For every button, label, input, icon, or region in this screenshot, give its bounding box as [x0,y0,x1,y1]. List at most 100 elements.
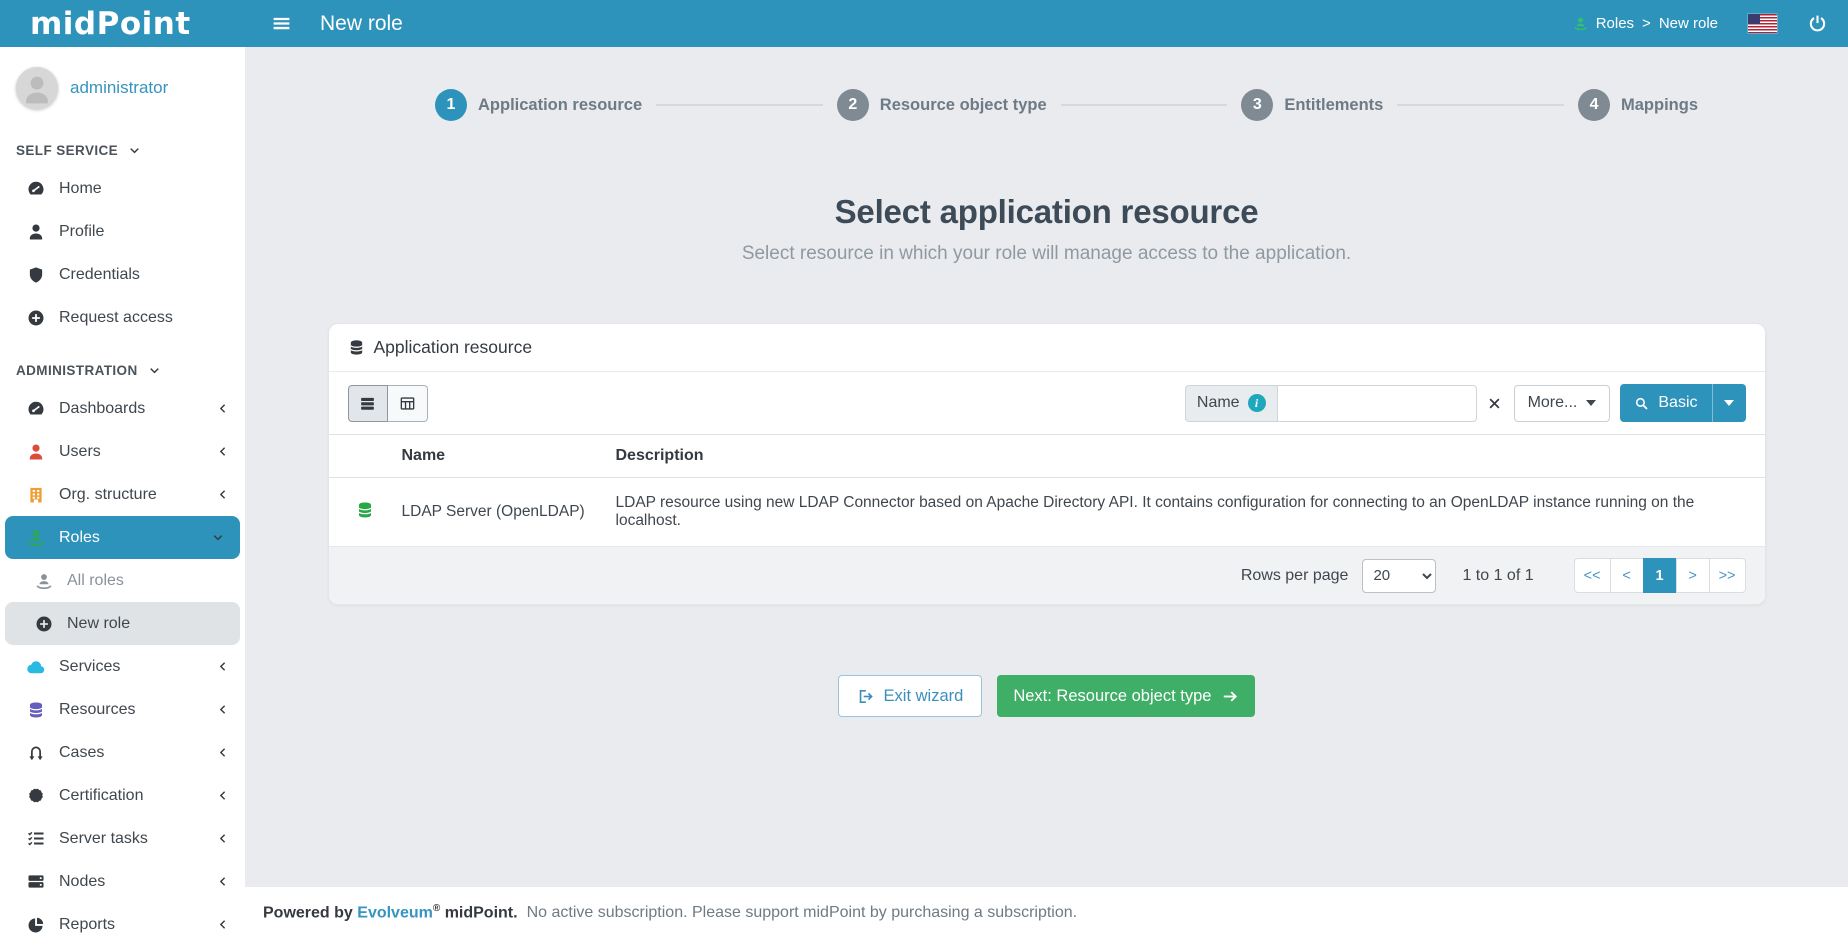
rows-per-page-select[interactable]: 20 [1362,559,1436,593]
seated-person-icon [26,528,46,547]
sidebar-item-credentials[interactable]: Credentials [0,253,245,296]
sidebar-item-cases[interactable]: Cases [0,731,245,774]
logout-power-icon[interactable] [1807,13,1828,34]
basic-search-dropdown-toggle[interactable] [1712,384,1746,422]
chevron-left-icon [213,445,233,458]
info-icon[interactable]: i [1248,394,1266,412]
step-connector [1061,104,1228,106]
sidebar-item-reports[interactable]: Reports [0,903,245,938]
sidebar-item-services[interactable]: Services [0,645,245,688]
database-icon [26,701,46,719]
sidebar-item-org-structure[interactable]: Org. structure [0,473,245,516]
sidebar-item-all-roles[interactable]: All roles [0,559,245,602]
search-field-label: Name i [1185,385,1277,422]
step-connector [1397,104,1564,106]
tachometer-icon [26,399,46,418]
application-resource-card: Application resource Name i [328,323,1766,605]
sign-out-icon [857,688,874,705]
sidebar-item-certification[interactable]: Certification [0,774,245,817]
building-icon [26,486,46,504]
certificate-icon [26,786,46,805]
table-view-button[interactable] [388,385,428,422]
wizard-actions: Exit wizard Next: Resource object type [245,675,1848,717]
seated-person-icon [34,572,54,590]
chevron-left-icon [213,402,233,415]
table-header-row: Name Description [329,435,1765,478]
sidebar-item-nodes[interactable]: Nodes [0,860,245,903]
chevron-down-icon [208,531,228,544]
plus-circle-icon [34,615,54,633]
breadcrumb-current: New role [1659,15,1718,32]
name-search-input[interactable] [1277,385,1477,422]
wizard-step-application-resource[interactable]: 1 Application resource [435,89,642,121]
resource-name-cell[interactable]: LDAP Server (OpenLDAP) [388,478,602,547]
clear-search-icon[interactable] [1487,396,1502,411]
card-title: Application resource [374,337,533,358]
tachometer-icon [26,179,46,198]
topbar-right: Roles > New role [1573,13,1848,34]
sidebar-section-self-service[interactable]: SELF SERVICE [0,133,245,167]
sidebar-item-server-tasks[interactable]: Server tasks [0,817,245,860]
brand-area: midPoint [0,6,245,42]
page-1-button[interactable]: 1 [1643,558,1677,593]
more-filters-button[interactable]: More... [1514,385,1611,422]
server-icon [26,872,46,891]
breadcrumb: Roles > New role [1573,15,1718,32]
list-view-button[interactable] [348,385,388,422]
first-page-button[interactable]: << [1574,558,1611,593]
wizard-step-mappings[interactable]: 4 Mappings [1578,89,1698,121]
pagination-range-label: 1 to 1 of 1 [1462,567,1533,585]
rows-per-page-label: Rows per page [1241,567,1349,585]
card-header: Application resource [329,324,1765,372]
breadcrumb-parent[interactable]: Roles [1596,15,1634,32]
next-step-button[interactable]: Next: Resource object type [997,675,1255,717]
wizard-step-entitlements[interactable]: 3 Entitlements [1241,89,1383,121]
sidebar-item-profile[interactable]: Profile [0,210,245,253]
role-person-icon [1573,16,1588,31]
sidebar-section-administration[interactable]: ADMINISTRATION [0,353,245,387]
basic-search-button[interactable]: Basic [1620,384,1711,422]
sidebar-item-dashboards[interactable]: Dashboards [0,387,245,430]
table-grid-icon [399,395,416,412]
card-toolbar: Name i More... Basic [329,372,1765,434]
sidebar-item-roles[interactable]: Roles [5,516,240,559]
hamburger-menu-icon[interactable] [271,13,292,34]
caret-down-icon [1724,400,1734,406]
cloud-icon [26,657,46,677]
next-page-button[interactable]: > [1676,558,1710,593]
view-toggle-group [348,385,428,422]
evolveum-link[interactable]: Evolveum [357,904,433,921]
sidebar-item-new-role[interactable]: New role [5,602,240,645]
search-icon [1634,396,1649,411]
chevron-left-icon [213,875,233,888]
sidebar-item-request-access[interactable]: Request access [0,296,245,339]
caret-down-icon [1586,400,1596,406]
last-page-button[interactable]: >> [1709,558,1746,593]
midpoint-logo[interactable]: midPoint [30,6,191,42]
chevron-left-icon [213,660,233,673]
chevron-left-icon [213,832,233,845]
sidebar-user-panel: administrator [0,47,245,119]
table-row[interactable]: LDAP Server (OpenLDAP) LDAP resource usi… [329,478,1765,547]
sidebar-item-users[interactable]: Users [0,430,245,473]
previous-page-button[interactable]: < [1610,558,1644,593]
sidebar-user-link[interactable]: administrator [70,78,168,98]
pager: << < 1 > >> [1574,558,1746,593]
wizard-step-resource-object-type[interactable]: 2 Resource object type [837,89,1047,121]
sidebar-item-resources[interactable]: Resources [0,688,245,731]
description-column-header[interactable]: Description [602,435,1765,478]
us-flag-icon[interactable] [1748,14,1777,33]
sidebar-item-home[interactable]: Home [0,167,245,210]
step-connector [656,104,823,106]
wizard-title: Select application resource [245,193,1848,231]
rows-icon [359,395,376,412]
database-icon [348,339,365,356]
arrow-right-icon [1222,688,1239,705]
name-column-header[interactable]: Name [388,435,602,478]
breadcrumb-separator: > [1642,15,1651,32]
exit-wizard-button[interactable]: Exit wizard [838,675,983,717]
person-icon [26,443,46,461]
basic-search-group: Basic [1620,384,1745,422]
turn-arrows-icon [26,744,46,762]
shield-icon [26,266,46,284]
